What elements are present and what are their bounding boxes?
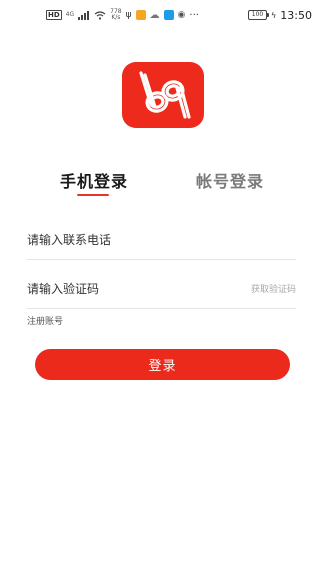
network-type: 4G bbox=[65, 11, 75, 18]
code-placeholder: 请输入验证码 bbox=[27, 281, 100, 296]
app-logo bbox=[122, 62, 204, 128]
usb-icon: ψ bbox=[125, 10, 132, 20]
phone-placeholder: 请输入联系电话 bbox=[27, 232, 112, 247]
get-code-button[interactable]: 获取验证码 bbox=[251, 282, 296, 295]
bq-logo-icon bbox=[139, 71, 191, 119]
active-tab-indicator bbox=[77, 194, 109, 196]
cloud-icon: ☁ bbox=[149, 9, 160, 21]
phone-field[interactable]: 请输入联系电话 bbox=[27, 219, 296, 260]
more-notifications-icon: ··· bbox=[189, 9, 199, 21]
login-tabs: 手机登录 帐号登录 bbox=[0, 168, 324, 198]
network-speed: 778 K/s bbox=[110, 9, 121, 21]
signal-icon bbox=[78, 10, 90, 20]
app-notification-icon-2 bbox=[163, 10, 174, 20]
battery-icon: 100 bbox=[248, 10, 270, 20]
tab-phone-login[interactable]: 手机登录 bbox=[60, 168, 128, 192]
app-notification-icon bbox=[135, 10, 146, 20]
login-button[interactable]: 登录 bbox=[35, 349, 290, 380]
clock-time: 13:50 bbox=[280, 8, 312, 22]
charging-icon: ϟ bbox=[271, 10, 277, 20]
register-link[interactable]: 注册账号 bbox=[27, 314, 63, 327]
verification-code-field[interactable]: 请输入验证码 获取验证码 bbox=[27, 268, 296, 309]
status-left: HD 4G 778 K/s ψ ☁ ◉ ··· bbox=[46, 9, 199, 21]
tab-account-login[interactable]: 帐号登录 bbox=[196, 168, 264, 192]
status-right: 100 ϟ 13:50 bbox=[248, 9, 312, 22]
status-bar: HD 4G 778 K/s ψ ☁ ◉ ··· 100 ϟ 13:50 bbox=[0, 0, 324, 30]
chat-icon: ◉ bbox=[177, 10, 186, 20]
wifi-icon bbox=[94, 10, 106, 20]
login-button-label: 登录 bbox=[148, 359, 177, 374]
speed-unit: K/s bbox=[111, 14, 121, 21]
hd-indicator: HD bbox=[46, 10, 62, 20]
